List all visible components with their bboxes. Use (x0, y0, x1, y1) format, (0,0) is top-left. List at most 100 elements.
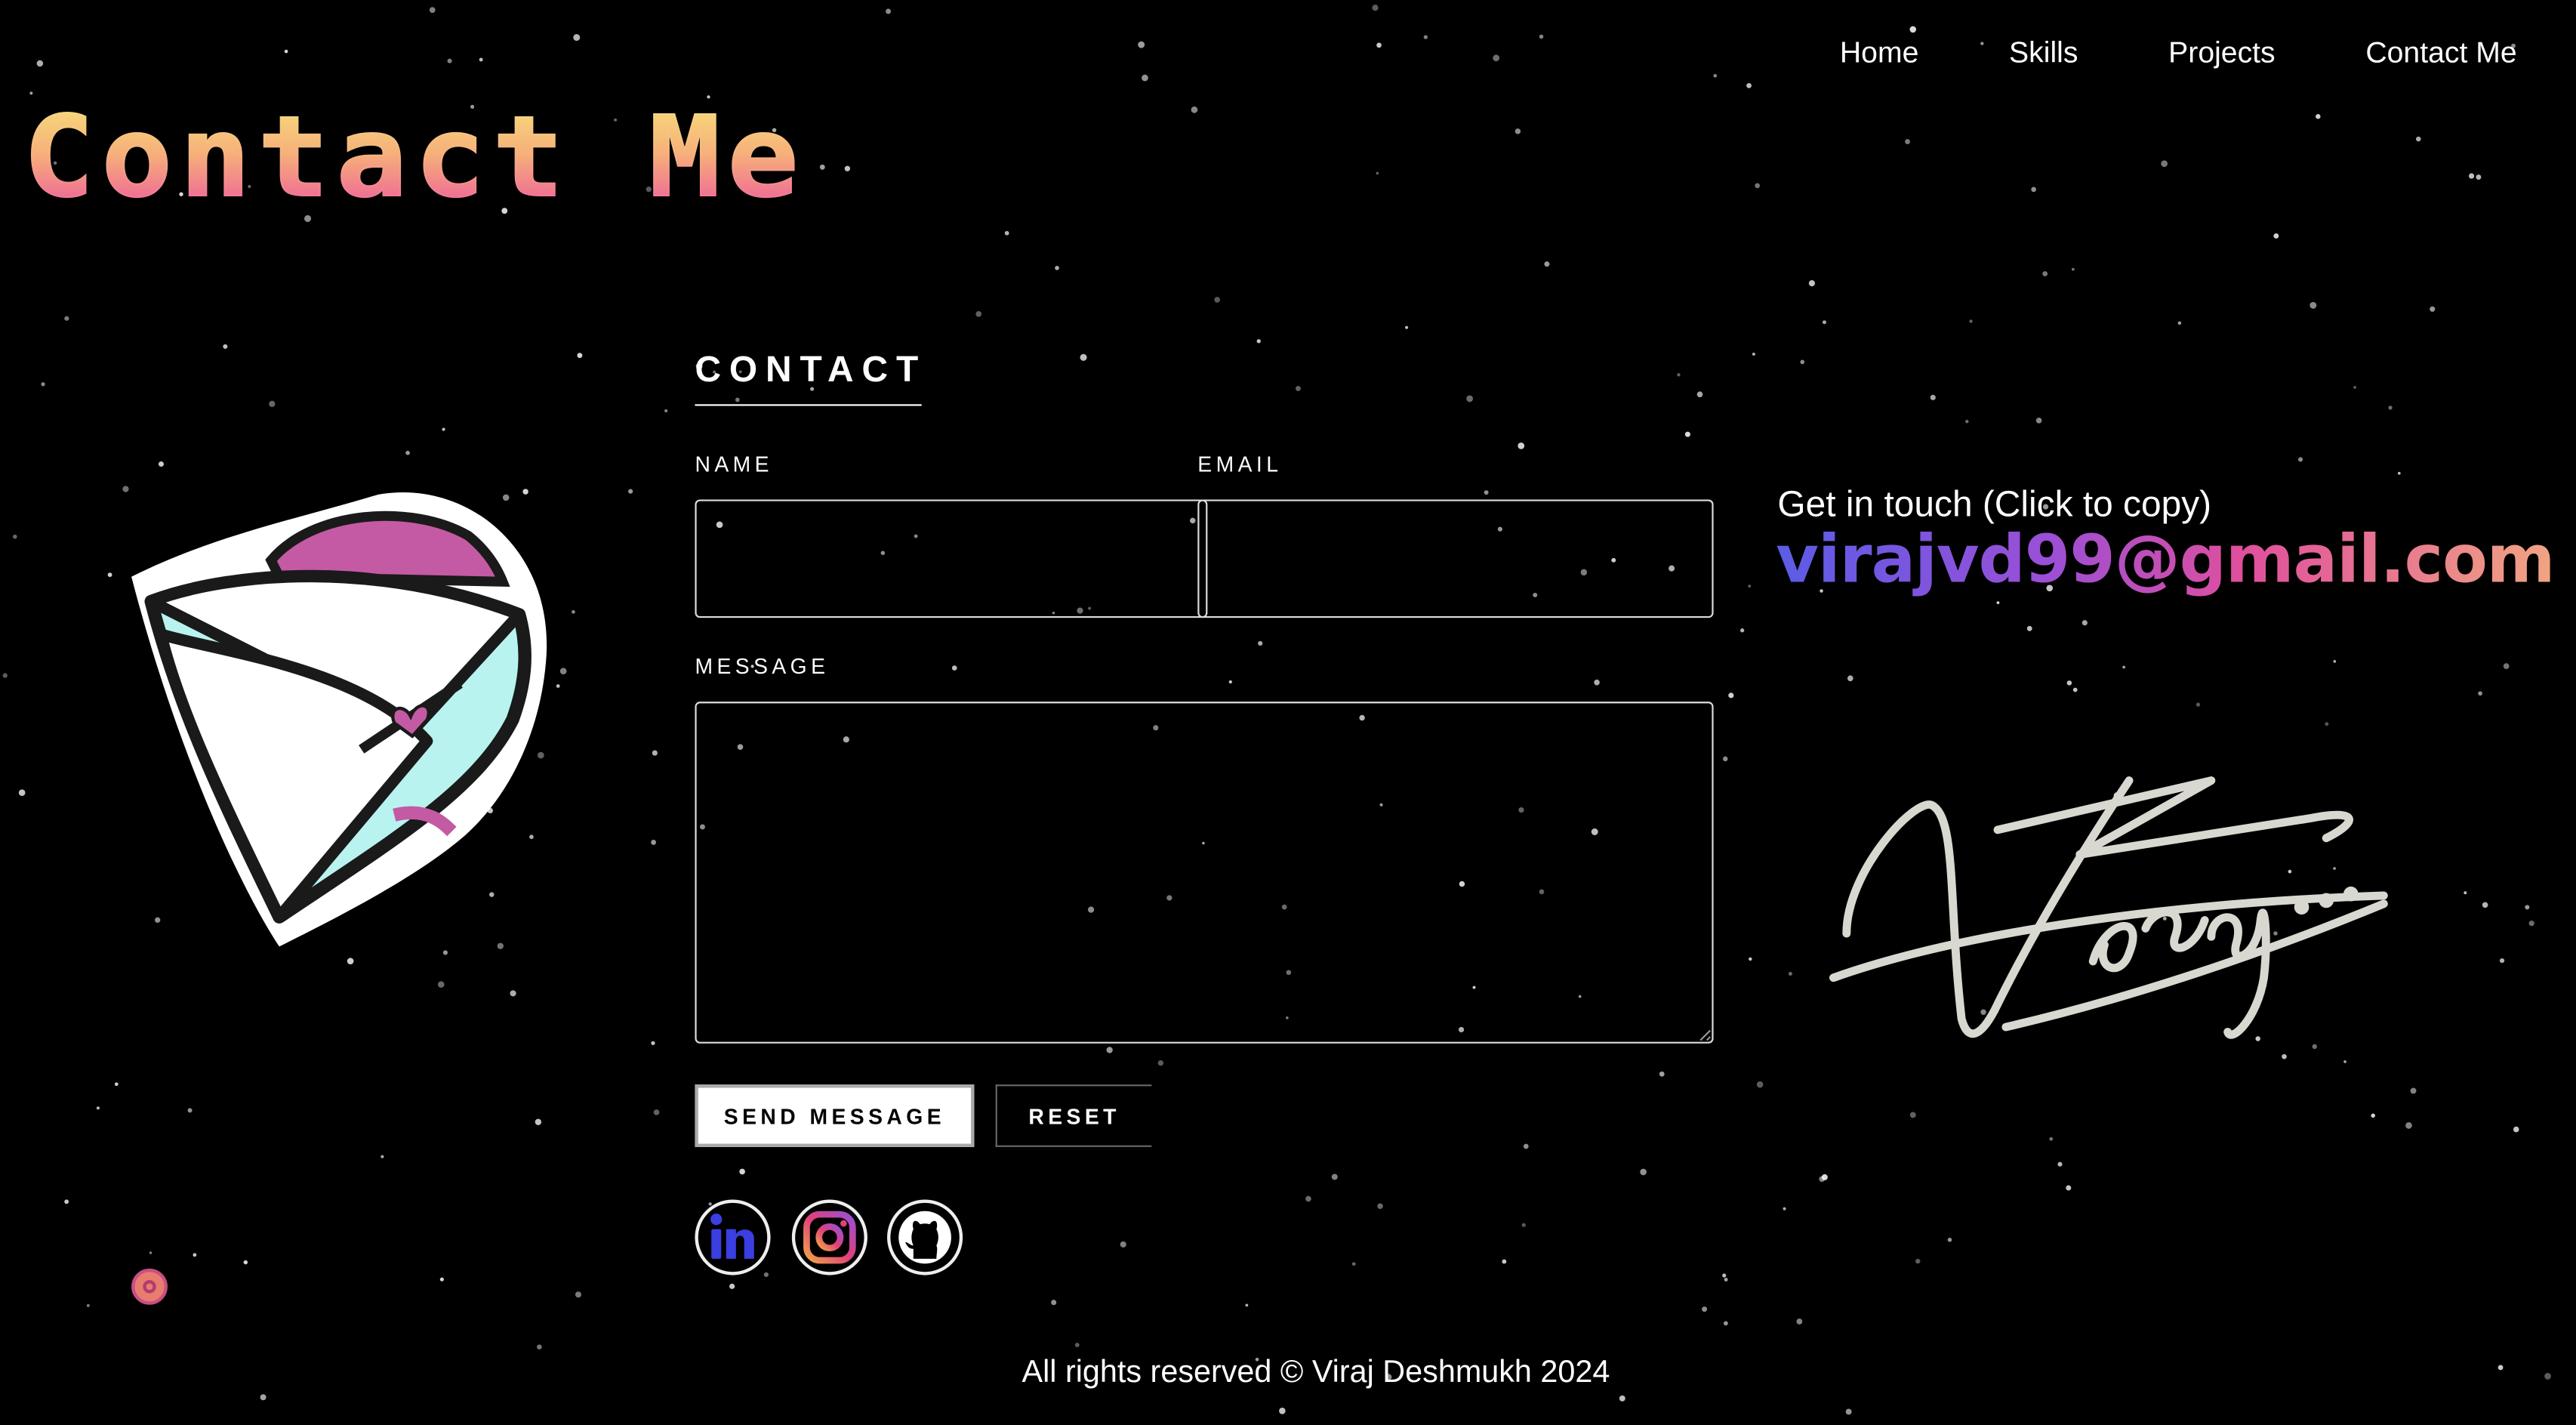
star-dot (537, 1344, 542, 1350)
star-dot (1723, 1321, 1728, 1326)
star-dot (1120, 1241, 1126, 1248)
star-dot (2026, 625, 2032, 631)
linkedin-link[interactable] (695, 1199, 771, 1275)
star-dot (2410, 1087, 2417, 1094)
star-dot (1514, 128, 1521, 134)
star-dot (653, 1109, 660, 1115)
star-dot (1713, 73, 1718, 78)
star-dot (269, 400, 276, 407)
star-dot (1106, 1047, 1113, 1053)
nav-contact-link[interactable]: Contact Me (2365, 36, 2516, 71)
star-dot (1080, 353, 1087, 361)
star-dot (405, 450, 410, 455)
floating-circle-button[interactable] (131, 1268, 168, 1305)
envelope-heart-sticker (131, 492, 547, 947)
star-dot (2333, 660, 2337, 663)
star-dot (1331, 1174, 1338, 1180)
name-input[interactable] (695, 499, 1208, 618)
star-dot (1752, 352, 1755, 356)
star-dot (2042, 271, 2048, 276)
star-dot (2161, 160, 2168, 168)
star-dot (1755, 183, 1761, 189)
message-textarea[interactable] (695, 702, 1714, 1044)
star-dot (1796, 1319, 1803, 1325)
star-dot (1245, 1303, 1249, 1307)
star-dot (951, 665, 957, 671)
linkedin-icon (710, 1213, 754, 1259)
star-dot (1351, 1262, 1356, 1266)
star-dot (1821, 1174, 1828, 1180)
star-dot (844, 165, 851, 171)
send-message-button[interactable]: SEND MESSAGE (695, 1084, 975, 1147)
star-dot (1845, 1408, 1852, 1415)
star-dot (284, 49, 288, 54)
star-dot (1256, 339, 1261, 344)
email-copy-link[interactable]: virajvd99@gmail.com (1776, 523, 2555, 598)
star-dot (1051, 1300, 1057, 1306)
github-icon (898, 1211, 951, 1264)
star-dot (535, 1118, 542, 1125)
star-dot (651, 840, 657, 845)
email-input[interactable] (1197, 499, 1714, 618)
star-dot (41, 382, 45, 387)
reset-button[interactable]: RESET (995, 1084, 1152, 1147)
star-dot (2298, 457, 2303, 462)
star-dot (1279, 1408, 1286, 1414)
instagram-link[interactable] (791, 1199, 867, 1275)
star-dot (223, 344, 228, 349)
star-dot (36, 60, 44, 67)
star-dot (2316, 114, 2321, 119)
star-dot (1142, 74, 1148, 82)
star-dot (2513, 1126, 2519, 1133)
star-dot (1191, 106, 1198, 113)
star-dot (1822, 320, 1826, 325)
star-dot (1004, 230, 1009, 236)
star-dot (577, 353, 583, 359)
star-dot (1544, 261, 1550, 267)
star-dot (1484, 490, 1489, 495)
star-dot (429, 7, 436, 14)
star-dot (1788, 971, 1792, 976)
star-dot (1594, 679, 1600, 686)
star-dot (1157, 1059, 1164, 1066)
star-dot (2072, 687, 2078, 692)
star-dot (107, 572, 112, 578)
star-dot (1372, 5, 1379, 11)
star-dot (2353, 385, 2357, 389)
star-dot (2081, 620, 2088, 626)
star-dot (2503, 663, 2510, 670)
contact-form-title: CONTACT (695, 348, 922, 406)
star-dot (2195, 702, 2201, 707)
star-dot (1376, 171, 1379, 175)
signature-image (1829, 776, 2388, 1039)
star-dot (2066, 1185, 2072, 1191)
star-dot (1405, 325, 1409, 329)
star-dot (1905, 139, 1910, 145)
star-dot (664, 409, 668, 413)
star-dot (1930, 394, 1936, 400)
star-dot (2066, 680, 2072, 686)
star-dot (2464, 891, 2467, 895)
github-link[interactable] (887, 1199, 963, 1275)
star-dot (2071, 267, 2075, 271)
star-dot (2371, 1113, 2375, 1118)
star-dot (149, 1251, 153, 1254)
star-dot (2309, 301, 2317, 309)
star-dot (1493, 54, 1500, 62)
star-dot (1783, 1207, 1786, 1211)
star-dot (1915, 1258, 1921, 1264)
nav-projects-link[interactable]: Projects (2168, 36, 2276, 71)
star-dot (1746, 82, 1752, 88)
name-label: NAME (695, 452, 773, 477)
star-dot (158, 461, 164, 467)
top-nav: Home Skills Projects Contact Me (1749, 36, 2517, 71)
star-dot (2031, 187, 2037, 193)
star-dot (1728, 692, 1734, 699)
star-dot (628, 489, 633, 494)
star-dot (2416, 136, 2421, 142)
star-dot (1466, 395, 1474, 403)
star-dot (1228, 680, 1232, 684)
nav-skills-link[interactable]: Skills (2009, 36, 2078, 71)
star-dot (575, 1291, 581, 1298)
nav-home-link[interactable]: Home (1840, 36, 1918, 71)
